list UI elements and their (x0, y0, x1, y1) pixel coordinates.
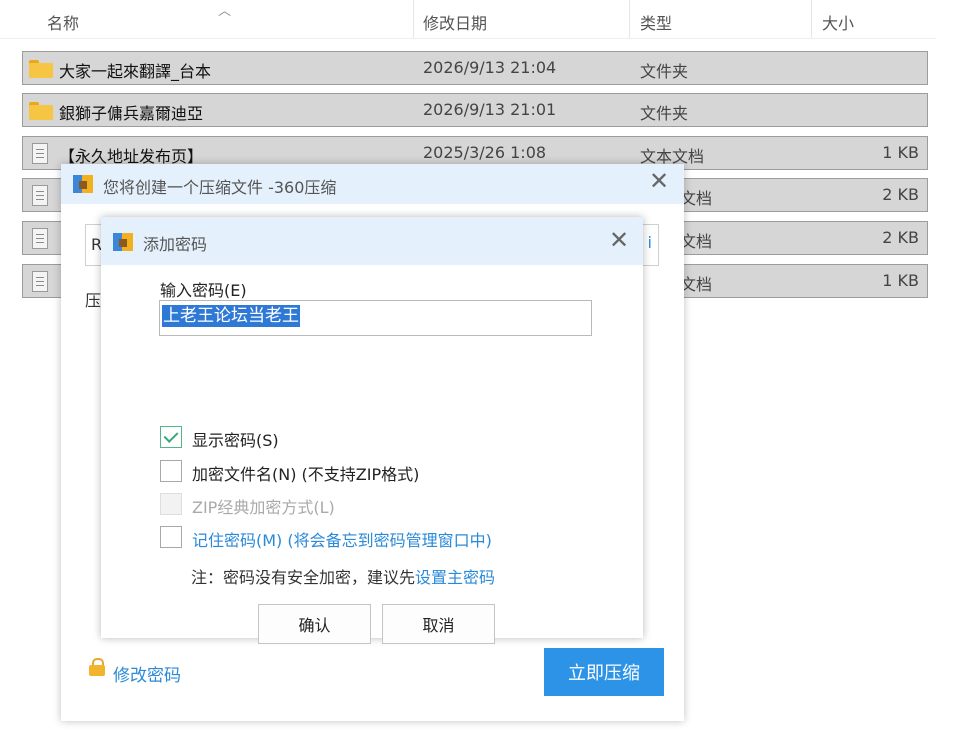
column-header-size[interactable]: 大小 (822, 10, 854, 34)
file-size: 2 KB (882, 185, 919, 204)
password-label: 输入密码(E) (160, 281, 247, 300)
text-file-icon (32, 143, 48, 164)
file-name: 銀獅子傭兵嘉爾迪亞 (59, 104, 204, 123)
text-file-icon (32, 185, 48, 206)
show-password-checkbox[interactable] (160, 426, 182, 448)
modify-password-link[interactable]: 修改密码 (113, 661, 181, 686)
password-value: 上老王论坛当老王 (162, 305, 300, 327)
column-header-type[interactable]: 类型 (640, 10, 672, 34)
lock-icon (89, 658, 105, 676)
sort-up-icon: ︿ (218, 4, 232, 19)
compress-now-button[interactable]: 立即压缩 (544, 648, 664, 696)
file-modified: 2026/9/13 21:04 (423, 58, 557, 77)
file-size: 1 KB (882, 143, 919, 162)
file-row[interactable]: 大家一起來翻譯_台本 2026/9/13 21:04 文件夹 (22, 51, 928, 85)
360-zip-icon (73, 175, 93, 193)
security-note-text: 注：密码没有安全加密，建议先 (191, 568, 416, 587)
ok-button[interactable]: 确认 (258, 604, 371, 644)
file-name: 大家一起來翻譯_台本 (59, 62, 212, 81)
dialog-title: 您将创建一个压缩文件 -360压缩 (103, 178, 337, 197)
dialog-titlebar[interactable]: 您将创建一个压缩文件 -360压缩 ✕ (61, 164, 684, 204)
show-password-label[interactable]: 显示密码(S) (192, 427, 279, 451)
file-type: 文档 (680, 275, 713, 294)
file-size: 1 KB (882, 271, 919, 290)
file-type: 文件夹 (640, 62, 689, 81)
column-divider[interactable] (629, 0, 630, 38)
text-file-icon (32, 271, 48, 292)
column-header-name[interactable]: 名称 (47, 10, 79, 34)
folder-icon (29, 102, 53, 120)
file-type: 文件夹 (640, 104, 689, 123)
file-modified: 2025/3/26 1:08 (423, 143, 547, 162)
zip-classic-encryption-checkbox (160, 493, 182, 515)
360-zip-icon (113, 233, 133, 251)
encrypt-filenames-label[interactable]: 加密文件名(N) (不支持ZIP格式) (192, 461, 419, 485)
dialog-titlebar[interactable]: 添加密码 ✕ (101, 217, 643, 265)
close-icon[interactable]: ✕ (609, 226, 629, 254)
dialog-title: 添加密码 (143, 235, 208, 254)
encrypt-filenames-checkbox[interactable] (160, 460, 182, 482)
file-type: 文档 (680, 189, 713, 208)
file-row[interactable]: 銀獅子傭兵嘉爾迪亞 2026/9/13 21:01 文件夹 (22, 93, 928, 127)
text-file-icon (32, 228, 48, 249)
file-list-header: ︿ 名称 修改日期 类型 大小 (0, 0, 936, 39)
compression-label: 压 (85, 291, 102, 310)
column-divider[interactable] (811, 0, 812, 38)
add-password-dialog: 添加密码 ✕ 输入密码(E) 上老王论坛当老王 显示密码(S) 加密文件名(N)… (101, 217, 643, 644)
set-master-password-link[interactable]: 设置主密码 (415, 568, 495, 587)
close-icon[interactable]: ✕ (649, 167, 669, 195)
security-note: 注：密码没有安全加密，建议先设置主密码 (191, 564, 495, 588)
file-size: 2 KB (882, 228, 919, 247)
column-header-modified[interactable]: 修改日期 (423, 10, 487, 34)
password-input[interactable]: 上老王论坛当老王 (159, 300, 592, 336)
file-modified: 2026/9/13 21:01 (423, 100, 557, 119)
zip-classic-encryption-label: ZIP经典加密方式(L) (192, 498, 335, 517)
cancel-button[interactable]: 取消 (382, 604, 495, 644)
folder-icon (29, 60, 53, 78)
remember-password-label[interactable]: 记住密码(M) (将会备忘到密码管理窗口中) (192, 527, 492, 551)
browse-icon[interactable]: i (648, 233, 652, 252)
file-type: 文档 (680, 232, 713, 251)
column-divider[interactable] (413, 0, 414, 38)
remember-password-checkbox[interactable] (160, 526, 182, 548)
